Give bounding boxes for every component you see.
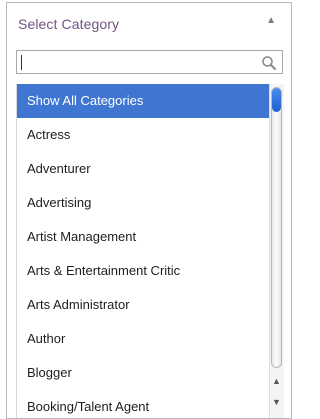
list-item[interactable]: Arts & Entertainment Critic xyxy=(17,254,270,288)
scrollbar-thumb[interactable] xyxy=(271,87,282,368)
list-item[interactable]: Advertising xyxy=(17,186,270,220)
scrollbar-thumb-highlight xyxy=(272,88,281,112)
list-item[interactable]: Blogger xyxy=(17,356,270,390)
caret-up-icon[interactable]: ▲ xyxy=(266,15,276,26)
select-category-header[interactable]: Select Category ▲ xyxy=(7,3,291,47)
search-input[interactable] xyxy=(16,50,283,74)
list-item[interactable]: Show All Categories xyxy=(17,84,270,118)
select-category-label: Select Category xyxy=(18,16,120,32)
list-item[interactable]: Booking/Talent Agent xyxy=(17,390,270,418)
list-item[interactable]: Adventurer xyxy=(17,152,270,186)
category-dropdown[interactable]: Select Category ▲ Show All Categories Act… xyxy=(6,2,292,419)
list-item[interactable]: Arts Administrator xyxy=(17,288,270,322)
list-item[interactable]: Author xyxy=(17,322,270,356)
search-icon[interactable] xyxy=(261,55,277,71)
scroll-down-arrow-icon[interactable]: ▼ xyxy=(272,397,281,407)
scroll-up-arrow-icon[interactable]: ▲ xyxy=(272,376,281,386)
scrollbar[interactable]: ▲ ▼ xyxy=(269,84,284,418)
category-list: Show All Categories Actress Adventurer Adve… xyxy=(16,84,270,418)
text-cursor xyxy=(21,55,22,70)
list-item[interactable]: Actress xyxy=(17,118,270,152)
category-list-area: Show All Categories Actress Adventurer Adve… xyxy=(16,84,284,418)
list-item[interactable]: Artist Management xyxy=(17,220,270,254)
